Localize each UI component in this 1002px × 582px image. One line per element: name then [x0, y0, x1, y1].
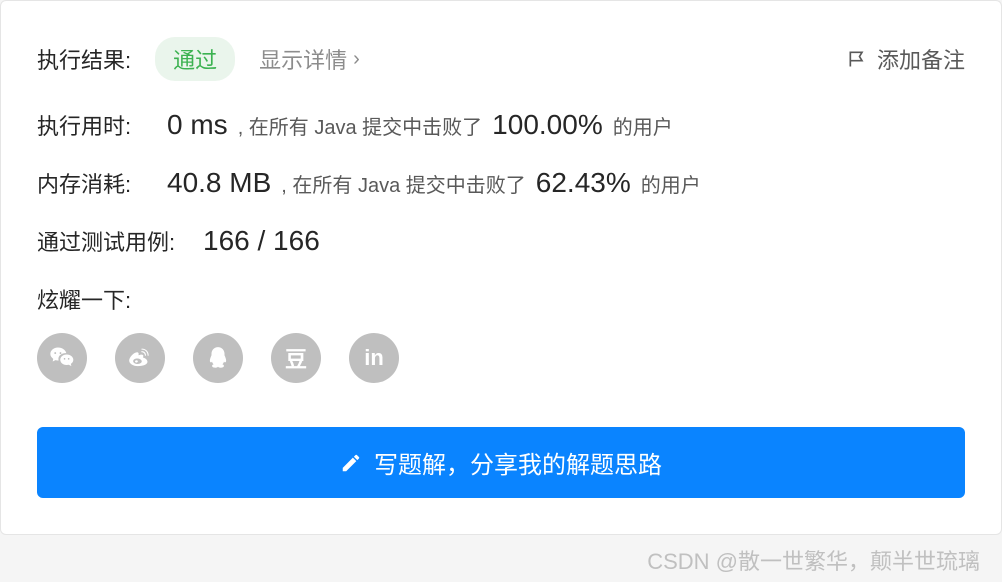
weibo-icon[interactable]	[115, 333, 165, 383]
memory-label: 内存消耗:	[37, 167, 149, 199]
runtime-percent: 100.00%	[492, 109, 603, 141]
runtime-text1: , 在所有 Java 提交中击败了	[238, 111, 482, 140]
wechat-icon[interactable]	[37, 333, 87, 383]
pencil-icon	[340, 452, 362, 474]
runtime-value: 0 ms	[167, 109, 228, 141]
result-label: 执行结果:	[37, 43, 131, 75]
runtime-row: 执行用时: 0 ms , 在所有 Java 提交中击败了 100.00% 的用户	[37, 109, 965, 141]
testcases-value: 166 / 166	[203, 225, 320, 257]
show-details-text: 显示详情	[259, 43, 347, 75]
runtime-text2: 的用户	[613, 111, 673, 140]
header-row: 执行结果: 通过 显示详情 › 添加备注	[37, 37, 965, 81]
share-icons-row: 豆 in	[37, 333, 965, 383]
status-badge: 通过	[155, 37, 235, 81]
chevron-right-icon: ›	[353, 48, 360, 71]
write-solution-button[interactable]: 写题解，分享我的解题思路	[37, 427, 965, 498]
cta-label: 写题解，分享我的解题思路	[374, 445, 662, 480]
show-details-link[interactable]: 显示详情 ›	[259, 43, 360, 75]
testcases-row: 通过测试用例: 166 / 166	[37, 225, 965, 257]
qq-icon[interactable]	[193, 333, 243, 383]
testcases-label: 通过测试用例:	[37, 225, 185, 257]
memory-percent: 62.43%	[536, 167, 631, 199]
add-note-text: 添加备注	[877, 43, 965, 75]
memory-value: 40.8 MB	[167, 167, 271, 199]
linkedin-icon[interactable]: in	[349, 333, 399, 383]
watermark: CSDN @散一世繁华，颠半世琉璃	[647, 544, 980, 576]
memory-text2: 的用户	[641, 169, 701, 198]
douban-icon[interactable]: 豆	[271, 333, 321, 383]
share-label: 炫耀一下:	[37, 283, 965, 315]
flag-icon	[847, 49, 867, 69]
runtime-label: 执行用时:	[37, 109, 149, 141]
memory-row: 内存消耗: 40.8 MB , 在所有 Java 提交中击败了 62.43% 的…	[37, 167, 965, 199]
memory-text1: , 在所有 Java 提交中击败了	[281, 169, 525, 198]
add-note-link[interactable]: 添加备注	[847, 43, 965, 75]
result-panel: 执行结果: 通过 显示详情 › 添加备注 执行用时: 0 ms , 在所有 Ja…	[0, 0, 1002, 535]
